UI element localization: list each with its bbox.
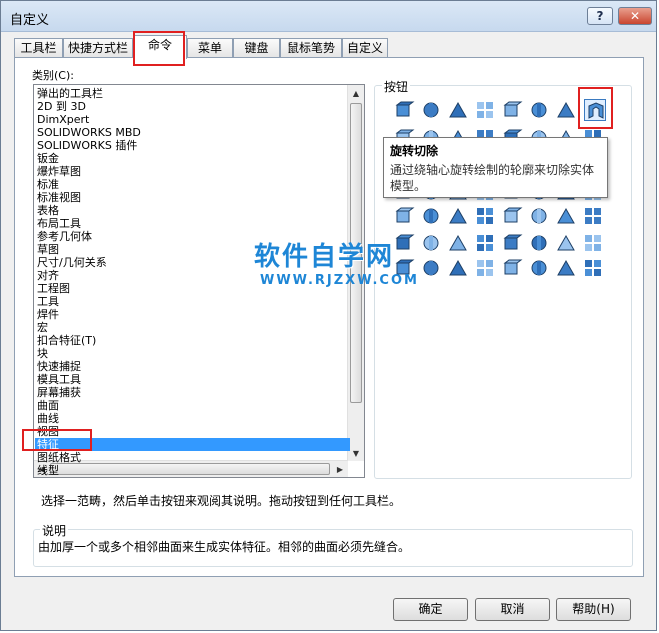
tooltip-title: 旋转切除 (390, 144, 439, 158)
scroll-right-icon[interactable]: ▶ (332, 461, 348, 477)
tab-shortcut-bars[interactable]: 快捷方式栏 (63, 38, 133, 58)
list-item[interactable]: 工程图 (37, 282, 70, 295)
curve-pattern-icon[interactable] (501, 232, 523, 254)
split-line-icon[interactable] (528, 257, 550, 279)
list-item[interactable]: 2D 到 3D (37, 100, 86, 113)
tab-toolbars[interactable]: 工具栏 (14, 38, 63, 58)
watermark-main: 软件自学网 (254, 242, 395, 272)
instruction-text: 选择一范畴，然后单击按钮来观阅其说明。拖动按钮到任何工具栏。 (41, 494, 402, 508)
extend-icon[interactable] (447, 257, 469, 279)
tab-menus[interactable]: 菜单 (187, 38, 233, 58)
list-item[interactable]: 模具工具 (37, 373, 81, 386)
watermark: 软件自学网 WWW.RJZXW.COM (254, 236, 419, 288)
shell-icon[interactable] (555, 99, 577, 121)
draft-arrow-icon[interactable] (474, 99, 496, 121)
ok-button[interactable]: 确定 (393, 598, 468, 621)
close-button[interactable]: ✕ (618, 7, 652, 25)
deform-icon[interactable] (420, 205, 442, 227)
list-item[interactable]: 参考几何体 (37, 230, 92, 243)
trim-icon[interactable] (474, 257, 496, 279)
flex-icon[interactable] (393, 205, 415, 227)
sketch-pattern-icon[interactable] (474, 232, 496, 254)
list-item[interactable]: 钣金 (37, 152, 59, 165)
list-item[interactable]: 扣合特征(T) (37, 334, 96, 347)
cancel-button[interactable]: 取消 (475, 598, 550, 621)
highlight-features-item (22, 429, 92, 451)
fill-pattern-icon[interactable] (420, 232, 442, 254)
dome-icon[interactable] (447, 205, 469, 227)
help-button[interactable]: 帮助(H) (556, 598, 631, 621)
shape-icon[interactable] (501, 205, 523, 227)
help-title-button[interactable]: ? (587, 7, 613, 25)
extrude-cut-icon[interactable] (501, 99, 523, 121)
check-icon[interactable] (555, 232, 577, 254)
feature-grid-icon[interactable] (582, 257, 604, 279)
button-tooltip: 旋转切除 通过绕轴心旋转绘制的轮廓来切除实体模型。 (383, 137, 608, 198)
list-item[interactable]: 表格 (37, 204, 59, 217)
list-item[interactable]: 布局工具 (37, 217, 81, 230)
list-item[interactable]: 图纸格式 (37, 451, 81, 464)
scroll-down-icon[interactable]: ▼ (348, 445, 364, 461)
buttons-group-label: 按钮 (382, 78, 411, 95)
list-item[interactable]: 弹出的工具栏 (37, 87, 103, 100)
knit-icon[interactable] (555, 205, 577, 227)
list-item[interactable]: SOLIDWORKS MBD (37, 126, 141, 139)
tab-keyboard[interactable]: 键盘 (233, 38, 280, 58)
tab-customization[interactable]: 自定义 (342, 38, 388, 58)
list-horizontal-scrollbar[interactable]: ◀ ▶ (34, 460, 348, 477)
description-label: 说明 (40, 522, 69, 539)
list-item[interactable]: SOLIDWORKS 插件 (37, 139, 137, 152)
list-item[interactable]: 对齐 (37, 269, 59, 282)
list-item[interactable]: 曲线 (37, 412, 59, 425)
list-item[interactable]: 尺寸/几何关系 (37, 256, 107, 269)
category-label: 类别(C): (32, 69, 74, 82)
list-item[interactable]: 爆炸草图 (37, 165, 81, 178)
table-pattern-icon[interactable] (447, 232, 469, 254)
lock-icon[interactable] (501, 257, 523, 279)
tab-mouse-gestures[interactable]: 鼠标笔势 (280, 38, 342, 58)
list-item[interactable]: 草图 (37, 243, 59, 256)
list-item[interactable]: 曲面 (37, 399, 59, 412)
watermark-sub: WWW.RJZXW.COM (260, 273, 419, 288)
list-item[interactable]: 工具 (37, 295, 59, 308)
title-bar: 自定义 ? ✕ (1, 1, 656, 32)
list-item[interactable]: 块 (37, 347, 48, 360)
sweep-boss-icon[interactable] (447, 99, 469, 121)
move-face-icon[interactable] (528, 99, 550, 121)
convert-icon[interactable] (420, 257, 442, 279)
extrude-boss-icon[interactable] (393, 99, 415, 121)
list-item[interactable]: 标准 (37, 178, 59, 191)
face-icon[interactable] (555, 257, 577, 279)
list-item[interactable]: 标准视图 (37, 191, 81, 204)
window-title: 自定义 (10, 13, 50, 28)
tooltip-body: 通过绕轴心旋转绘制的轮廓来切除实体模型。 (390, 163, 595, 193)
highlight-commands-tab (133, 31, 185, 66)
list-item[interactable]: 宏 (37, 321, 48, 334)
grid-icon[interactable] (582, 232, 604, 254)
list-item[interactable]: 屏幕捕获 (37, 386, 81, 399)
revolve-boss-icon[interactable] (420, 99, 442, 121)
scroll-up-icon[interactable]: ▲ (348, 85, 364, 101)
description-text: 由加厚一个或多个相邻曲面来生成实体特征。相邻的曲面必须先缝合。 (38, 540, 411, 554)
list-item[interactable]: DimXpert (37, 113, 89, 126)
body-icon[interactable] (528, 232, 550, 254)
cavity-icon[interactable] (582, 205, 604, 227)
hscroll-thumb[interactable] (50, 463, 330, 475)
highlight-revolved-cut-button (578, 87, 613, 129)
stitch-icon[interactable] (528, 205, 550, 227)
list-item[interactable]: 线型 (37, 464, 59, 477)
list-item[interactable]: 焊件 (37, 308, 59, 321)
freeform-icon[interactable] (474, 205, 496, 227)
list-item[interactable]: 快速捕捉 (37, 360, 81, 373)
